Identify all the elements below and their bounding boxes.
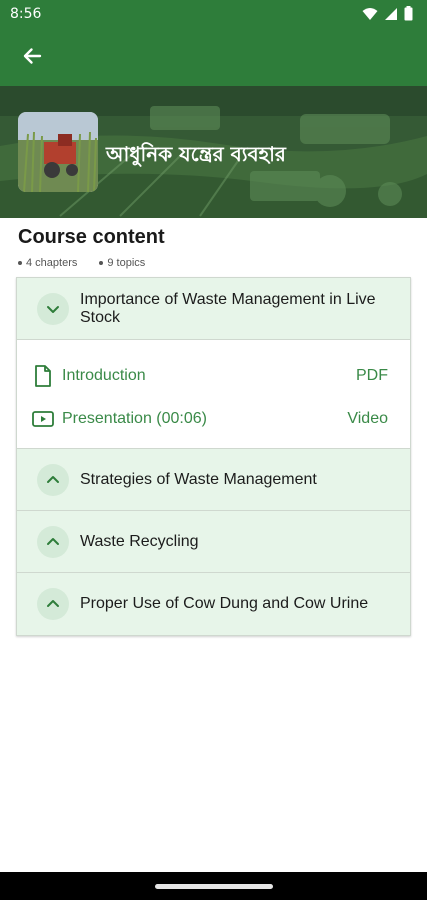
bullet-icon — [99, 261, 104, 265]
status-icons — [362, 6, 413, 26]
course-banner: আধুনিক যন্ত্রের ব্যবহার — [0, 86, 427, 218]
chapter-header[interactable]: Strategies of Waste Management — [17, 449, 410, 511]
topic-item[interactable]: Presentation (00:06) Video — [32, 397, 388, 440]
back-button[interactable] — [18, 44, 46, 72]
chapter-title: Strategies of Waste Management — [80, 470, 317, 488]
chapters-count: 4 chapters — [18, 257, 77, 269]
status-bar: 8:56 — [0, 0, 427, 28]
battery-icon — [404, 6, 413, 26]
chapter-header[interactable]: Proper Use of Cow Dung and Cow Urine — [17, 573, 410, 635]
chevron-up-icon[interactable] — [37, 588, 69, 620]
chapter-title: Importance of Waste Management in Live S… — [80, 290, 376, 326]
video-icon — [32, 408, 54, 430]
bullet-icon — [18, 261, 22, 265]
chapter-header[interactable]: Importance of Waste Management in Live S… — [17, 278, 410, 340]
app-bar — [0, 28, 427, 86]
signal-icon — [384, 7, 398, 26]
topic-label: Presentation (00:06) — [62, 409, 207, 427]
arrow-back-icon — [22, 46, 42, 71]
topics-count: 9 topics — [99, 257, 145, 269]
wifi-icon — [362, 7, 378, 26]
topic-type: Video — [347, 409, 388, 427]
chapter-header[interactable]: Waste Recycling — [17, 511, 410, 573]
document-icon — [32, 364, 54, 387]
chapter-topics: Introduction PDF Presentation (00:06) Vi… — [17, 340, 410, 449]
course-title: আধুনিক যন্ত্রের ব্যবহার — [106, 142, 286, 166]
status-time: 8:56 — [10, 6, 42, 22]
topic-type: PDF — [356, 366, 388, 384]
chevron-up-icon[interactable] — [37, 463, 69, 496]
topic-label: Introduction — [62, 366, 146, 384]
chevron-down-icon[interactable] — [37, 292, 69, 325]
course-meta: 4 chapters 9 topics — [18, 257, 145, 269]
chapters-count-label: 4 chapters — [26, 257, 78, 269]
course-thumbnail — [18, 112, 98, 192]
topic-item[interactable]: Introduction PDF — [32, 354, 388, 397]
chapter-title: Proper Use of Cow Dung and Cow Urine — [80, 595, 369, 612]
system-nav-bar — [0, 872, 427, 900]
chevron-up-icon[interactable] — [37, 525, 69, 558]
chapter-title: Waste Recycling — [80, 532, 199, 550]
course-content-heading: Course content — [18, 226, 165, 248]
topics-count-label: 9 topics — [107, 257, 146, 269]
home-gesture-handle[interactable] — [155, 884, 273, 889]
chapter-list: Importance of Waste Management in Live S… — [16, 277, 411, 636]
